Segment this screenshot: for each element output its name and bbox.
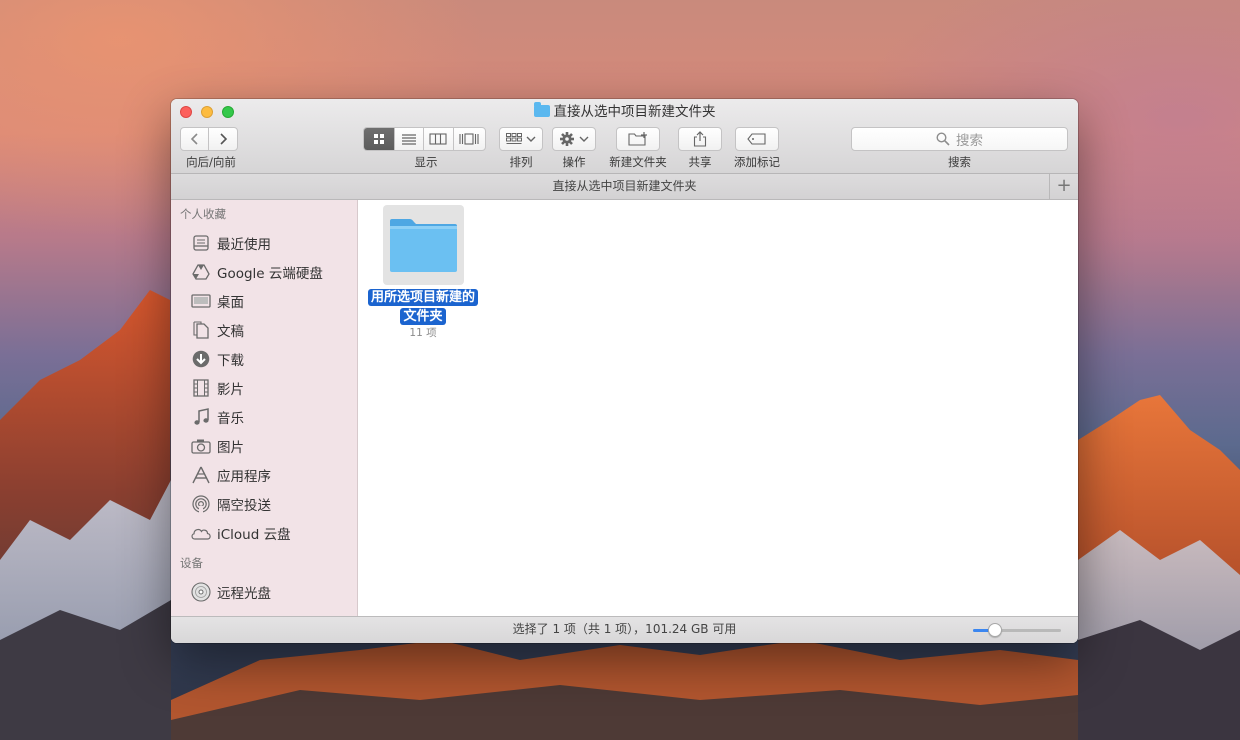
- arrange-grid-icon: [506, 133, 522, 144]
- list-view-icon: [401, 134, 416, 145]
- forward-button[interactable]: [209, 128, 237, 150]
- finder-window: 直接从选中项目新建文件夹 向后/向前 显示 排列 操作 新建文件夹 共享 添加标…: [171, 99, 1078, 643]
- sidebar-item-desktop[interactable]: 桌面: [171, 286, 357, 315]
- view-column-button[interactable]: [424, 128, 454, 150]
- folder-thumbnail-selection[interactable]: [383, 205, 464, 285]
- chevron-right-icon: [220, 133, 228, 145]
- arrange-label: 排列: [509, 155, 533, 169]
- new-tab-button[interactable]: +: [1049, 174, 1078, 199]
- applications-icon: [190, 465, 212, 485]
- share-button[interactable]: [678, 127, 722, 151]
- action-button[interactable]: [552, 127, 596, 151]
- gear-icon: [560, 132, 574, 146]
- chevron-left-icon: [190, 133, 198, 145]
- new-folder-icon: [628, 132, 647, 146]
- desktop-icon: [190, 291, 212, 311]
- tab-title[interactable]: 直接从选中项目新建文件夹: [552, 179, 696, 193]
- nav-buttons: [180, 127, 238, 151]
- arrange-button[interactable]: [499, 127, 543, 151]
- column-view-icon: [429, 133, 447, 145]
- disc-icon: [190, 581, 212, 602]
- google-drive-icon: [190, 262, 212, 282]
- airdrop-icon: [190, 494, 212, 514]
- sidebar-item-downloads[interactable]: 下载: [171, 344, 357, 373]
- tab-bar: 直接从选中项目新建文件夹 +: [171, 174, 1078, 200]
- view-label: 显示: [414, 155, 438, 169]
- sidebar-item-label: 应用程序: [217, 468, 271, 485]
- folder-icon: [390, 219, 457, 272]
- search-placeholder: 搜索: [956, 133, 983, 149]
- documents-icon: [190, 320, 212, 340]
- new-folder-label: 新建文件夹: [609, 155, 667, 169]
- action-label: 操作: [562, 155, 586, 169]
- sidebar-item-music[interactable]: 音乐: [171, 402, 357, 431]
- add-tag-label: 添加标记: [734, 155, 780, 169]
- sidebar-item-label: iCloud 云盘: [217, 526, 291, 543]
- search-icon: [936, 132, 950, 146]
- file-browser-content: 用所选项目新建的文件夹 11 项: [358, 200, 1078, 616]
- sidebar-item-label: 桌面: [217, 294, 244, 311]
- new-folder-button[interactable]: [616, 127, 660, 151]
- folder-icon: [533, 102, 550, 117]
- search-input[interactable]: 搜索: [851, 127, 1068, 151]
- sidebar-item-label: 文稿: [217, 323, 244, 340]
- sidebar-header-favorites: 个人收藏: [180, 207, 226, 221]
- cloud-icon: [190, 523, 212, 543]
- status-bar: 选择了 1 项（共 1 项），101.24 GB 可用: [171, 616, 1078, 643]
- titlebar: 直接从选中项目新建文件夹 向后/向前 显示 排列 操作 新建文件夹 共享 添加标…: [171, 99, 1078, 174]
- back-button[interactable]: [181, 128, 210, 150]
- view-segmented-control: [363, 127, 486, 151]
- slider-knob[interactable]: [988, 623, 1002, 637]
- sidebar-item-icloud[interactable]: iCloud 云盘: [171, 518, 357, 547]
- share-label: 共享: [688, 155, 712, 169]
- music-note-icon: [190, 407, 212, 427]
- sidebar-item-label: 下载: [217, 352, 244, 369]
- sidebar-item-documents[interactable]: 文稿: [171, 315, 357, 344]
- chevron-down-icon: [526, 136, 536, 142]
- folder-name[interactable]: 用所选项目新建的文件夹: [364, 288, 482, 326]
- sidebar-item-movies[interactable]: 影片: [171, 373, 357, 402]
- sidebar-item-label: 隔空投送: [217, 497, 271, 514]
- window-title: 直接从选中项目新建文件夹: [171, 102, 1078, 121]
- sidebar-item-label: 图片: [217, 439, 244, 456]
- status-text: 选择了 1 项（共 1 项），101.24 GB 可用: [512, 622, 737, 636]
- folder-item-count: 11 项: [409, 327, 437, 339]
- tag-icon: [747, 133, 766, 145]
- movies-icon: [190, 378, 212, 398]
- icon-size-slider[interactable]: [973, 629, 1061, 632]
- sidebar-item-label: 最近使用: [217, 236, 271, 253]
- sidebar-item-label: 远程光盘: [217, 585, 271, 602]
- sidebar-header-devices: 设备: [180, 556, 203, 570]
- search-label: 搜索: [948, 155, 971, 169]
- grid-view-icon: [373, 134, 384, 144]
- gallery-view-icon: [459, 133, 479, 145]
- add-tag-button[interactable]: [735, 127, 779, 151]
- sidebar-item-label: Google 云端硬盘: [217, 265, 323, 282]
- sidebar-item-label: 音乐: [217, 410, 244, 427]
- camera-icon: [190, 436, 212, 456]
- downloads-icon: [190, 349, 212, 369]
- sidebar-item-label: 影片: [217, 381, 244, 398]
- sidebar-item-google-drive[interactable]: Google 云端硬盘: [171, 257, 357, 286]
- sidebar-item-remote-disc[interactable]: 远程光盘: [171, 577, 357, 606]
- view-icon-button[interactable]: [364, 128, 395, 150]
- view-gallery-button[interactable]: [454, 128, 485, 150]
- window-title-text: 直接从选中项目新建文件夹: [553, 104, 716, 120]
- nav-label: 向后/向前: [186, 155, 236, 169]
- sidebar-item-applications[interactable]: 应用程序: [171, 460, 357, 489]
- recents-icon: [190, 233, 212, 253]
- view-list-button[interactable]: [395, 128, 425, 150]
- sidebar-item-pictures[interactable]: 图片: [171, 431, 357, 460]
- sidebar: 个人收藏 最近使用 Google 云端硬盘 桌面 文稿 下载 影片 音乐 图片 …: [171, 200, 358, 616]
- chevron-down-icon: [579, 136, 589, 142]
- share-icon: [693, 131, 707, 147]
- sidebar-item-recents[interactable]: 最近使用: [171, 228, 357, 257]
- sidebar-item-airdrop[interactable]: 隔空投送: [171, 489, 357, 518]
